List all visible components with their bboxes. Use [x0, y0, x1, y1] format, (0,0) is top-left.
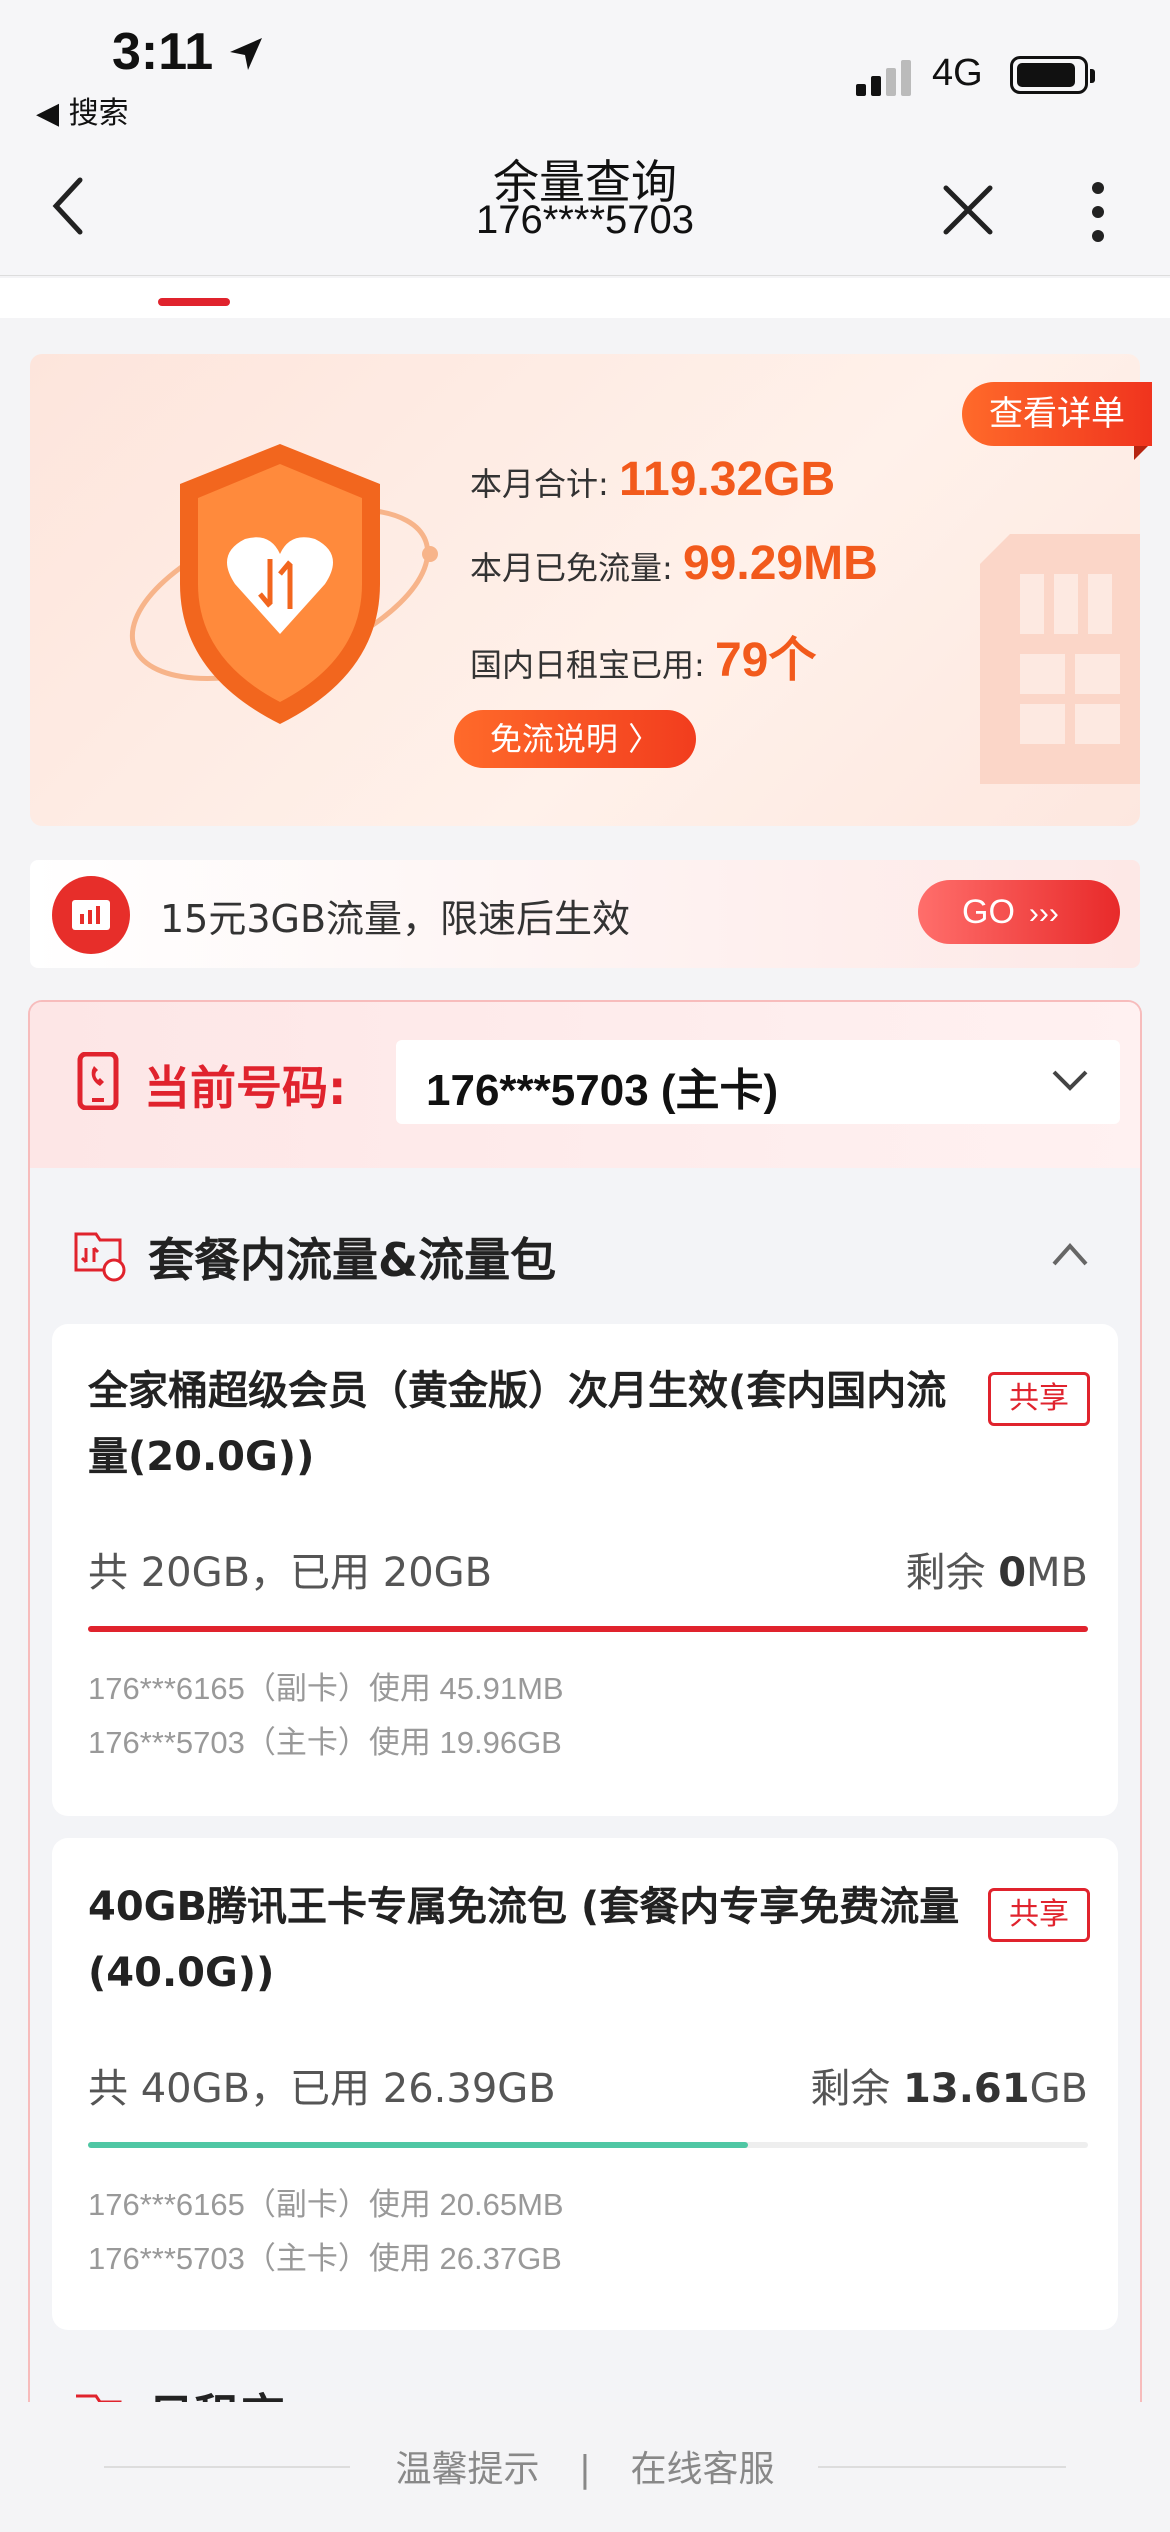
- double-chevron-icon: ›››: [1028, 897, 1059, 930]
- view-details-button[interactable]: 查看详单: [962, 382, 1152, 446]
- chevron-up-icon[interactable]: [1050, 1240, 1090, 1268]
- location-arrow-icon: [230, 38, 262, 70]
- footer-separator: |: [578, 2449, 592, 2490]
- usage-progress-fill: [88, 2142, 748, 2148]
- section-title: 套餐内流量&流量包: [148, 1233, 557, 1287]
- package-title: 全家桶超级会员（黄金版）次月生效(套内国内流量(20.0G)): [88, 1368, 947, 1480]
- package-usage: 共 40GB，已用 26.39GB: [88, 2066, 556, 2112]
- daily-pass-row: 国内日租宝已用: 79个: [470, 620, 816, 690]
- usage-progress-bar: [88, 2142, 1088, 2148]
- share-badge: 共享: [988, 1888, 1090, 1942]
- footer-links: 温馨提示 | 在线客服: [0, 2440, 1170, 2492]
- package-title: 40GB腾讯王卡专属免流包 (套餐内专享免费流量(40.0G)): [88, 1884, 960, 1996]
- go-label: GO: [962, 893, 1015, 931]
- traffic-package-icon: [52, 876, 130, 954]
- current-number-label: 当前号码:: [144, 1061, 347, 1115]
- back-to-search-link[interactable]: ◀ 搜索: [36, 88, 129, 132]
- promo-text: 15元3GB流量，限速后生效: [160, 897, 631, 941]
- member-usage-line: 176***5703（主卡）使用 19.96GB: [88, 1725, 562, 1760]
- usage-progress-fill: [88, 1626, 1088, 1632]
- network-type: 4G: [932, 52, 983, 94]
- chevron-down-icon[interactable]: [1050, 1066, 1090, 1096]
- sim-card-icon: [980, 534, 1140, 784]
- status-time: 3:11: [112, 23, 214, 81]
- package-remaining: 剩余 13.61GB: [810, 2066, 1088, 2112]
- free-traffic-row: 本月已免流量: 99.29MB: [470, 536, 878, 591]
- tips-link[interactable]: 温馨提示: [395, 2449, 539, 2490]
- ribbon-fold: [1134, 446, 1148, 460]
- monthly-total-row: 本月合计: 119.32GB: [470, 452, 835, 507]
- member-usage-line: 176***6165（副卡）使用 45.91MB: [88, 1671, 564, 1706]
- daily-pass-label: 国内日租宝已用:: [470, 646, 705, 684]
- member-usage-line: 176***6165（副卡）使用 20.65MB: [88, 2187, 564, 2222]
- member-usage-line: 176***5703（主卡）使用 26.37GB: [88, 2241, 562, 2276]
- close-icon[interactable]: [940, 182, 996, 238]
- monthly-total-value: 119.32GB: [618, 453, 836, 506]
- more-vertical-icon[interactable]: [1090, 180, 1106, 244]
- share-badge: 共享: [988, 1372, 1090, 1426]
- package-remaining: 剩余 0MB: [905, 1550, 1088, 1596]
- nav-bar: 余量查询 176****5703: [0, 140, 1170, 276]
- free-traffic-value: 99.29MB: [682, 537, 878, 590]
- data-package-icon: [74, 1232, 126, 1282]
- free-traffic-explain-button[interactable]: 免流说明 〉: [454, 710, 696, 768]
- back-chevron-icon[interactable]: [48, 176, 88, 236]
- cellular-signal-icon: [856, 60, 911, 96]
- remaining-value: 13.61: [903, 2066, 1030, 2112]
- battery-icon: [1010, 56, 1095, 94]
- usage-progress-bar: [88, 1626, 1088, 1632]
- daily-pass-value: 79个: [714, 634, 817, 687]
- online-service-link[interactable]: 在线客服: [631, 2449, 775, 2490]
- phone-icon: [77, 1052, 119, 1110]
- package-usage: 共 20GB，已用 20GB: [88, 1550, 493, 1596]
- shield-heart-icon: [129, 444, 438, 724]
- free-traffic-label: 本月已免流量:: [470, 549, 673, 587]
- monthly-total-label: 本月合计:: [470, 465, 609, 503]
- active-tab-indicator: [158, 298, 230, 306]
- promo-go-button[interactable]: GO ›››: [918, 880, 1120, 944]
- remaining-value: 0: [998, 1550, 1027, 1596]
- number-selector-value: 176***5703 (主卡): [426, 1066, 779, 1115]
